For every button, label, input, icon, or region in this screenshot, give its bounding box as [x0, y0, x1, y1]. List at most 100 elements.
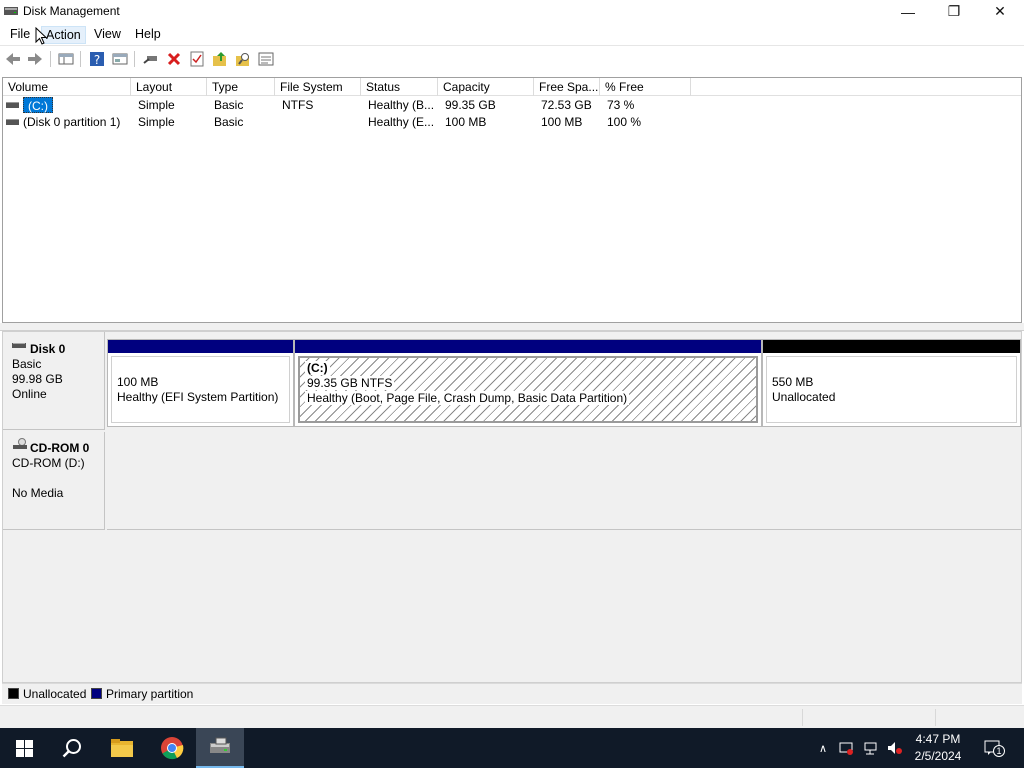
taskbar-search-button[interactable]: [48, 728, 96, 768]
column-free-space[interactable]: Free Spa...: [534, 78, 600, 96]
taskbar: ∧ 4:47 PM 2/5/2024 1: [0, 728, 1024, 768]
start-button[interactable]: [0, 728, 48, 768]
disk-icon: [12, 343, 26, 348]
volume-list[interactable]: Volume Layout Type File System Status Ca…: [2, 77, 1022, 323]
partition-body: 100 MB Healthy (EFI System Partition): [111, 356, 290, 423]
primary-partition-bar: [295, 340, 761, 353]
export-button[interactable]: [211, 50, 229, 68]
disk-name: CD-ROM 0: [30, 441, 90, 455]
volume-list-header: Volume Layout Type File System Status Ca…: [3, 78, 1021, 96]
partition-status: Unallocated: [772, 390, 836, 404]
disk-type: CD-ROM (D:): [12, 456, 85, 470]
window-title: Disk Management: [23, 4, 120, 18]
cdrom-icon: [13, 438, 27, 449]
volume-row[interactable]: (Disk 0 partition 1) Simple Basic Health…: [3, 114, 1021, 131]
column-file-system[interactable]: File System: [275, 78, 361, 96]
menu-action[interactable]: Action: [41, 26, 86, 44]
drive-icon: [6, 102, 19, 108]
forward-icon: [28, 53, 42, 65]
volume-status: Healthy (B...: [368, 98, 435, 112]
partition-unallocated[interactable]: 550 MB Unallocated: [762, 339, 1021, 427]
tray-network[interactable]: [863, 740, 879, 756]
close-button[interactable]: ✕: [977, 0, 1023, 23]
volume-file-system: NTFS: [282, 98, 314, 112]
show-hide-console-tree-button[interactable]: [57, 50, 75, 68]
volume-percent-free: 100 %: [607, 115, 642, 129]
restore-button[interactable]: ❐: [931, 0, 977, 23]
cdrom-0-label[interactable]: CD-ROM 0 CD-ROM (D:) No Media: [3, 432, 105, 530]
volume-free-space: 100 MB: [541, 115, 583, 129]
legend-unallocated: Unallocated: [23, 687, 87, 701]
check-icon: [190, 51, 204, 67]
delete-button[interactable]: [165, 50, 183, 68]
partition-status: Healthy (Boot, Page File, Crash Dump, Ba…: [305, 391, 630, 405]
column-layout[interactable]: Layout: [131, 78, 207, 96]
menu-help[interactable]: Help: [131, 26, 165, 44]
menu-bar: File Action View Help: [0, 23, 1024, 45]
tray-overflow[interactable]: ∧: [815, 740, 831, 756]
drive-icon: [6, 119, 19, 125]
partition-size: 550 MB: [772, 375, 814, 389]
show-hide-console-tree-icon: [58, 53, 74, 65]
toolbar: ?: [0, 45, 1024, 72]
connect-button[interactable]: [142, 50, 160, 68]
volume-free-space: 72.53 GB: [541, 98, 592, 112]
minimize-button[interactable]: —: [885, 0, 931, 23]
forward-button[interactable]: [26, 50, 44, 68]
volume-capacity: 99.35 GB: [445, 98, 496, 112]
notification-center-button[interactable]: 1: [983, 739, 1005, 757]
properties-button[interactable]: [111, 50, 129, 68]
svg-text:?: ?: [94, 53, 100, 67]
connect-icon: [143, 56, 157, 64]
column-status[interactable]: Status: [361, 78, 438, 96]
check-button[interactable]: [188, 50, 206, 68]
disk-state: No Media: [12, 486, 64, 500]
disk-map: Disk 0 Basic 99.98 GB Online 100 MB Heal…: [2, 331, 1022, 683]
title-bar: Disk Management — ❐ ✕: [0, 0, 1024, 23]
status-bar: [0, 705, 1024, 728]
network-alert-icon: [839, 742, 853, 755]
column-capacity[interactable]: Capacity: [438, 78, 534, 96]
partition-body: (C:) 99.35 GB NTFS Healthy (Boot, Page F…: [298, 356, 758, 423]
unallocated-swatch: [8, 688, 19, 699]
pane-splitter[interactable]: [0, 323, 1024, 331]
back-icon: [6, 53, 20, 65]
volume-percent-free: 73 %: [607, 98, 635, 112]
close-icon: ✕: [994, 3, 1006, 19]
search-icon: [62, 739, 81, 758]
back-button[interactable]: [4, 50, 22, 68]
column-volume[interactable]: Volume: [3, 78, 131, 96]
taskbar-file-explorer[interactable]: [98, 728, 146, 768]
notification-count-badge: 1: [993, 745, 1005, 757]
disk-0-label[interactable]: Disk 0 Basic 99.98 GB Online: [3, 332, 105, 430]
partition-body: 550 MB Unallocated: [766, 356, 1017, 423]
volume-status: Healthy (E...: [368, 115, 435, 129]
partition-title: (C:): [305, 361, 330, 375]
volume-type: Basic: [214, 115, 244, 129]
help-icon: ?: [90, 52, 104, 67]
legend: Unallocated Primary partition: [2, 683, 1022, 704]
volume-name: (Disk 0 partition 1): [23, 115, 121, 129]
taskbar-clock[interactable]: 4:47 PM 2/5/2024: [900, 731, 976, 765]
column-type[interactable]: Type: [207, 78, 275, 96]
windows-start-icon: [15, 739, 33, 757]
partition-c[interactable]: (C:) 99.35 GB NTFS Healthy (Boot, Page F…: [294, 339, 762, 427]
help-button[interactable]: ?: [88, 50, 106, 68]
search-button[interactable]: [234, 50, 252, 68]
properties-icon: [112, 53, 128, 65]
network-icon: [864, 742, 877, 755]
partition-efi[interactable]: 100 MB Healthy (EFI System Partition): [107, 339, 294, 427]
search-icon: [236, 53, 249, 66]
menu-view[interactable]: View: [90, 26, 125, 44]
taskbar-disk-management[interactable]: [196, 728, 244, 768]
list-button[interactable]: [257, 50, 275, 68]
disk-management-icon: [4, 7, 18, 15]
taskbar-chrome[interactable]: [148, 728, 196, 768]
volume-type: Basic: [214, 98, 244, 112]
volume-row[interactable]: (C:) Simple Basic NTFS Healthy (B... 99.…: [3, 97, 1021, 114]
disk-name: Disk 0: [30, 342, 66, 356]
volume-layout: Simple: [138, 115, 175, 129]
tray-network-alert[interactable]: [838, 740, 854, 756]
column-percent-free[interactable]: % Free: [600, 78, 691, 96]
menu-file[interactable]: File: [6, 26, 34, 44]
